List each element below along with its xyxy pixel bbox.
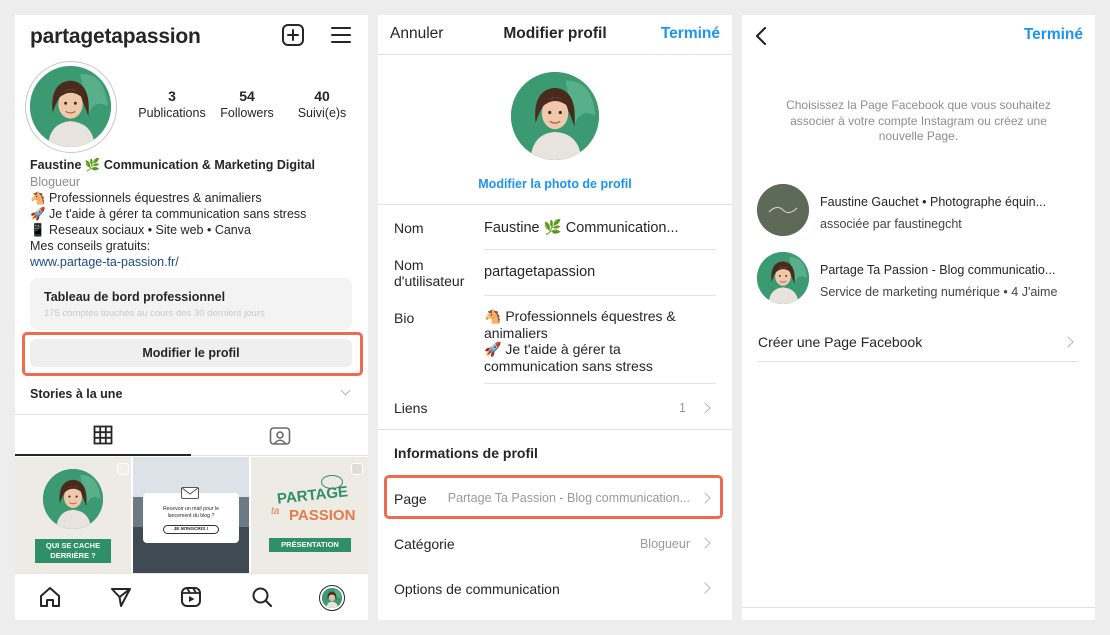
avatar xyxy=(30,66,111,147)
chevron-right-icon[interactable] xyxy=(1062,336,1074,348)
page-avatar xyxy=(757,184,809,236)
chevron-right-icon[interactable] xyxy=(699,402,711,414)
bio-line: 📱 Reseaux sociaux • Site web • Canva xyxy=(30,223,251,237)
contact-options-label[interactable]: Options de communication xyxy=(394,581,560,597)
new-post-icon[interactable] xyxy=(281,23,305,47)
select-checkbox[interactable] xyxy=(351,463,363,475)
divider xyxy=(378,429,732,430)
post-logo-text: PASSION xyxy=(289,507,356,524)
bio-label: Bio xyxy=(394,310,415,326)
stat-following[interactable]: 40 Suivi(e)s xyxy=(277,88,367,121)
post-caption: PRÉSENTATION xyxy=(269,538,351,552)
stories-label: Stories à la une xyxy=(30,387,123,401)
bio-line: 🐴 Professionnels équestres & xyxy=(484,308,676,324)
edit-profile-panel: Annuler Modifier profil Terminé Modifier… xyxy=(378,15,732,620)
stat-value: 40 xyxy=(314,88,330,104)
done-button[interactable]: Terminé xyxy=(1024,26,1083,44)
divider xyxy=(758,361,1078,362)
bio-line: Mes conseils gratuits: xyxy=(30,239,151,253)
username-label-line: Nom xyxy=(394,257,424,273)
search-icon[interactable] xyxy=(251,586,273,613)
post-cta: JE M'INSCRIS ! xyxy=(163,525,219,534)
divider xyxy=(191,455,368,456)
page-subtitle: Service de marketing numérique • 4 J'aim… xyxy=(820,285,1058,299)
username-label: Nom d'utilisateur xyxy=(394,257,464,289)
username-label-line: d'utilisateur xyxy=(394,273,465,289)
tagged-icon[interactable] xyxy=(269,426,291,446)
menu-icon[interactable] xyxy=(330,25,352,45)
post-photo xyxy=(43,469,103,529)
chevron-right-icon[interactable] xyxy=(699,537,711,549)
facebook-page-panel: Terminé Choisissez la Page Facebook que … xyxy=(742,15,1095,620)
dashboard-subtitle: 175 comptes touchés au cours des 30 dern… xyxy=(44,308,265,319)
post-logo-text: ta xyxy=(271,506,280,517)
bio-line: 🚀 Je t'aide à gérer ta communication san… xyxy=(30,207,307,221)
bio-line: 🚀 Je t'aide à gérer ta xyxy=(484,341,621,357)
bio-line: animaliers xyxy=(484,324,548,341)
name-field[interactable]: Faustine 🌿 Communication... xyxy=(484,219,679,236)
section-title: Informations de profil xyxy=(394,445,538,461)
facebook-page-item[interactable]: Faustine Gauchet • Photographe équin... … xyxy=(742,181,1095,237)
profile-category: Blogueur xyxy=(30,175,81,189)
profile-link[interactable]: www.partage-ta-passion.fr/ xyxy=(30,254,179,270)
links-label[interactable]: Liens xyxy=(394,400,427,416)
display-name: Faustine 🌿 Communication & Marketing Dig… xyxy=(30,158,316,172)
category-value: Blogueur xyxy=(639,537,690,551)
username-field[interactable]: partagetapassion xyxy=(484,264,595,280)
direct-message-icon[interactable] xyxy=(110,586,132,613)
highlight-box xyxy=(22,332,363,376)
post-tile[interactable]: Recevoir un mail pour le lancement du bl… xyxy=(133,457,249,573)
page-avatar xyxy=(757,252,809,304)
change-photo-link[interactable]: Modifier la photo de profil xyxy=(378,177,732,191)
chevron-down-icon[interactable] xyxy=(340,385,351,396)
page-subtitle: associée par faustinegcht xyxy=(820,217,962,231)
home-icon[interactable] xyxy=(39,586,61,613)
bio-line: communication sans stress xyxy=(484,357,653,374)
select-checkbox[interactable] xyxy=(117,463,129,475)
profile-avatar-ring[interactable] xyxy=(25,61,117,153)
post-tile[interactable]: PARTAGE ta PASSION PRÉSENTATION xyxy=(251,457,368,573)
create-facebook-page[interactable]: Créer une Page Facebook xyxy=(758,334,922,350)
page-name: Partage Ta Passion - Blog communicatio..… xyxy=(820,263,1056,277)
post-tile[interactable]: QUI SE CACHE DERRIÈRE ? xyxy=(15,457,131,573)
cancel-button[interactable]: Annuler xyxy=(390,25,443,43)
chevron-right-icon[interactable] xyxy=(699,582,711,594)
profile-username: partagetapassion xyxy=(30,25,201,48)
divider xyxy=(484,295,716,296)
post-caption: QUI SE CACHE DERRIÈRE ? xyxy=(35,539,111,563)
grid-icon[interactable] xyxy=(93,425,113,445)
done-button[interactable]: Terminé xyxy=(661,25,720,43)
avatar xyxy=(321,587,342,608)
divider xyxy=(378,204,732,205)
page-name: Faustine Gauchet • Photographe équin... xyxy=(820,195,1047,209)
divider xyxy=(742,607,1095,608)
bio-field[interactable]: 🐴 Professionnels équestres & animaliers … xyxy=(484,308,676,374)
active-tab-indicator xyxy=(15,454,191,456)
dashboard-title: Tableau de bord professionnel xyxy=(44,290,226,304)
professional-dashboard[interactable]: Tableau de bord professionnel 175 compte… xyxy=(30,278,352,330)
edit-avatar[interactable] xyxy=(511,72,599,160)
profile-panel: partagetapassion 3 Publications 54 Follo… xyxy=(15,15,368,620)
divider xyxy=(484,249,716,250)
divider xyxy=(378,54,732,55)
divider xyxy=(15,414,368,415)
category-label[interactable]: Catégorie xyxy=(394,536,455,552)
links-count: 1 xyxy=(679,401,686,415)
speech-bubble-icon xyxy=(321,475,343,489)
mail-icon xyxy=(181,487,199,499)
reels-icon[interactable] xyxy=(180,586,202,613)
intro-text: Choisissez la Page Facebook que vous sou… xyxy=(786,98,1051,143)
bottom-tab-bar xyxy=(15,573,368,620)
divider xyxy=(484,383,716,384)
bio-line: 🐴 Professionnels équestres & animaliers xyxy=(30,191,262,205)
stat-label: Suivi(e)s xyxy=(297,106,347,120)
highlight-box xyxy=(384,475,723,519)
name-label: Nom xyxy=(394,220,424,236)
profile-tab-avatar[interactable] xyxy=(319,585,345,611)
post-card: Recevoir un mail pour le lancement du bl… xyxy=(143,493,239,543)
facebook-page-item[interactable]: Partage Ta Passion - Blog communicatio..… xyxy=(742,249,1095,305)
back-arrow-icon[interactable] xyxy=(754,26,768,51)
post-text: Recevoir un mail pour le lancement du bl… xyxy=(163,506,219,519)
